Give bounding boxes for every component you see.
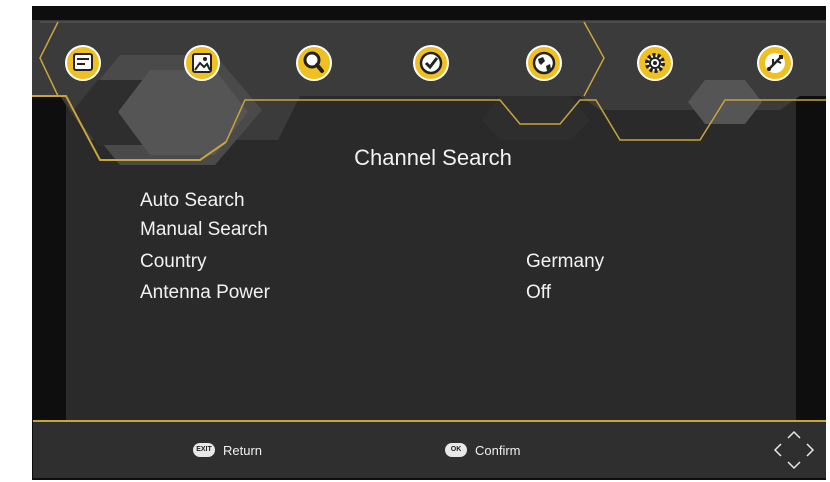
usb-icon[interactable]	[756, 44, 794, 82]
exit-key-icon: EXIT	[193, 443, 215, 457]
tv-screen: Channel Search Auto Search Manual Search…	[0, 0, 830, 482]
footer-bar: EXIT Return OK Confirm	[33, 420, 826, 478]
navigation-arrows-icon	[771, 424, 817, 476]
menu-item-country[interactable]: Country Germany	[140, 251, 660, 275]
menu-item-label: Country	[140, 251, 207, 272]
gear-icon[interactable]	[636, 44, 674, 82]
picture-icon[interactable]	[183, 44, 221, 82]
country-value: Germany	[526, 251, 605, 272]
menu-item-antenna-power[interactable]: Antenna Power Off	[140, 282, 660, 306]
antenna-power-value: Off	[526, 282, 551, 303]
menu-item-auto-search[interactable]: Auto Search	[140, 190, 660, 214]
confirm-label: Confirm	[475, 443, 521, 458]
search-icon[interactable]	[295, 44, 333, 82]
return-label: Return	[223, 443, 263, 458]
globe-icon[interactable]	[525, 44, 563, 82]
ok-key-icon: OK	[445, 443, 467, 457]
page-title: Channel Search	[354, 145, 512, 170]
menu-item-manual-search[interactable]: Manual Search	[140, 219, 660, 243]
program-icon[interactable]	[64, 44, 102, 82]
menu-item-label: Auto Search	[140, 190, 245, 211]
menu-item-label: Antenna Power	[140, 282, 270, 303]
clock-icon[interactable]	[412, 44, 450, 82]
menu-item-label: Manual Search	[140, 219, 268, 240]
